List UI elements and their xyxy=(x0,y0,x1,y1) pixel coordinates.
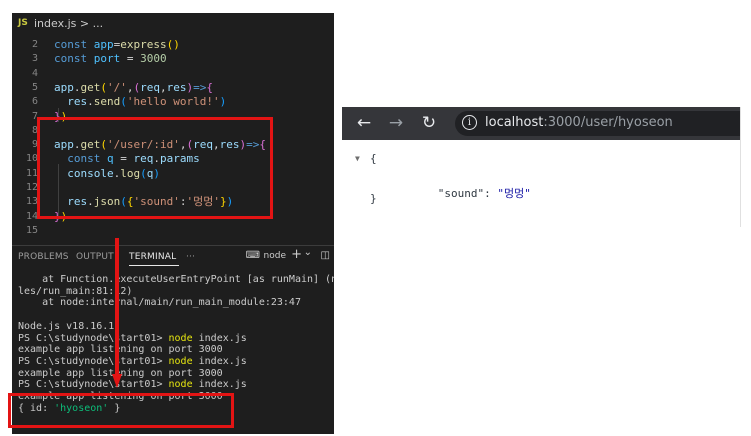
reload-icon[interactable]: ↻ xyxy=(419,113,439,133)
terminal-line: PS C:\studynode\start01> node index.js xyxy=(18,333,247,345)
js-file-icon: JS xyxy=(18,18,28,28)
collapse-toggle-icon[interactable]: ▼ xyxy=(355,154,360,163)
code-token: () xyxy=(166,38,180,51)
code-token: ( xyxy=(100,80,107,94)
line-number: 4 xyxy=(31,67,38,79)
code-token: send xyxy=(93,95,121,109)
tab-terminal[interactable]: TERMINAL xyxy=(129,252,176,262)
code-text: const app=express() xyxy=(54,38,180,52)
vscode-window: JS index.js > ... 2 const app=express() 3 c… xyxy=(12,13,334,434)
code-token: . xyxy=(73,80,81,94)
code-token: app xyxy=(93,38,114,51)
terminal-icon[interactable]: ⌨ xyxy=(246,250,260,261)
line-number: 12 xyxy=(25,182,38,193)
url-host: localhost xyxy=(485,115,544,130)
terminal-token: index.js xyxy=(192,379,247,391)
split-terminal-icon[interactable]: ◫ xyxy=(321,250,330,261)
code-text: res.send('hello world!') xyxy=(54,95,226,109)
code-token: get xyxy=(80,80,101,94)
code-token: => xyxy=(193,80,207,94)
terminal-line: at Function.executeUserEntryPoint [as ru… xyxy=(18,274,334,286)
terminal-token: node xyxy=(168,379,193,391)
code-token: 3000 xyxy=(140,52,167,66)
line-number: 10 xyxy=(25,153,38,165)
terminal-token: Node.js v18.16.1 xyxy=(18,320,115,332)
code-token: { xyxy=(206,80,213,94)
line-number: 14 xyxy=(25,210,38,222)
editor-tab[interactable]: JS index.js > ... xyxy=(12,13,334,36)
forward-icon[interactable]: → xyxy=(386,113,406,133)
terminal-token: index.js xyxy=(192,355,247,367)
code-token: ( xyxy=(120,95,127,109)
json-key: "sound" xyxy=(437,187,485,200)
code-token: , xyxy=(126,80,134,94)
address-bar[interactable]: i localhost:3000/user/hyoseon xyxy=(455,111,740,136)
code-token: const xyxy=(54,38,94,51)
code-token: express xyxy=(120,38,167,51)
code-token: res xyxy=(67,95,88,109)
panel-tabs: PROBLEMS OUTPUT TERMINAL ··· ⌨ node + ⌄ … xyxy=(12,246,334,268)
url-path: :3000/user/hyoseon xyxy=(543,115,673,130)
line-number: 11 xyxy=(25,167,38,179)
line-number: 2 xyxy=(31,39,38,50)
line-number: 15 xyxy=(25,224,38,236)
url-text[interactable]: localhost:3000/user/hyoseon xyxy=(485,115,673,130)
json-close-brace: } xyxy=(370,192,377,205)
json-viewer: ▼ { "sound": "멍멍" } xyxy=(342,140,740,227)
code-text: app.get('/',(req,res)=>{ xyxy=(54,81,213,95)
code-token: res xyxy=(166,80,187,94)
code-token: const xyxy=(54,52,94,66)
terminal-token: at node:internal/main/run_main_module:23… xyxy=(18,297,301,309)
highlight-box-code xyxy=(37,117,273,219)
code-token: req xyxy=(140,80,160,94)
browser-window: ← → ↻ i localhost:3000/user/hyoseon ▼ { … xyxy=(342,107,741,227)
active-tab-indicator xyxy=(129,265,179,266)
terminal-token: PS C:\studynode\start01> xyxy=(18,355,169,367)
red-arrow-icon xyxy=(112,238,122,388)
terminal-line: PS C:\studynode\start01> node index.js xyxy=(18,379,247,391)
code-token: 'hello world!' xyxy=(126,95,220,109)
code-text: const port = 3000 xyxy=(54,52,167,66)
json-colon: : xyxy=(484,187,498,200)
json-value: "멍멍" xyxy=(497,187,531,200)
code-token: = xyxy=(120,52,141,66)
highlight-box-terminal xyxy=(8,393,234,428)
terminal-line: Node.js v18.16.1 xyxy=(18,321,114,333)
terminal-token: index.js xyxy=(192,332,247,344)
tab-output[interactable]: OUTPUT xyxy=(76,252,114,262)
line-number: 7 xyxy=(31,110,38,122)
terminal-name[interactable]: node xyxy=(264,251,286,261)
json-open-brace: { xyxy=(370,152,377,165)
terminal-line: at node:internal/main/run_main_module:23… xyxy=(18,297,301,309)
terminal-line: PS C:\studynode\start01> node index.js xyxy=(18,356,247,368)
more-tabs-icon[interactable]: ··· xyxy=(186,252,195,262)
code-token: port xyxy=(93,52,121,66)
line-number: 13 xyxy=(25,196,38,208)
terminal-token: PS C:\studynode\start01> xyxy=(18,379,169,391)
terminal-token: node xyxy=(168,332,193,344)
back-icon[interactable]: ← xyxy=(354,113,374,133)
chevron-down-icon[interactable]: ⌄ xyxy=(304,247,312,258)
code-token: app xyxy=(54,80,74,94)
terminal-token: at Function.executeUserEntryPoint [as ru… xyxy=(18,274,334,285)
code-token: ) xyxy=(219,95,227,109)
line-number: 9 xyxy=(31,139,38,151)
code-token: . xyxy=(87,95,94,109)
add-terminal-icon[interactable]: + xyxy=(291,247,302,262)
code-token: '/' xyxy=(107,80,127,94)
line-number: 3 xyxy=(31,53,38,65)
line-number: 5 xyxy=(31,81,38,93)
line-number: 8 xyxy=(31,124,38,136)
line-number: 6 xyxy=(31,96,38,108)
terminal-token: node xyxy=(168,355,193,367)
code-token: , xyxy=(160,80,167,94)
tab-problems[interactable]: PROBLEMS xyxy=(18,252,69,262)
terminal-token: PS C:\studynode\start01> xyxy=(18,332,169,344)
browser-toolbar: ← → ↻ i localhost:3000/user/hyoseon xyxy=(342,107,740,140)
editor-breadcrumb[interactable]: index.js > ... xyxy=(34,17,103,30)
info-icon[interactable]: i xyxy=(462,115,477,130)
